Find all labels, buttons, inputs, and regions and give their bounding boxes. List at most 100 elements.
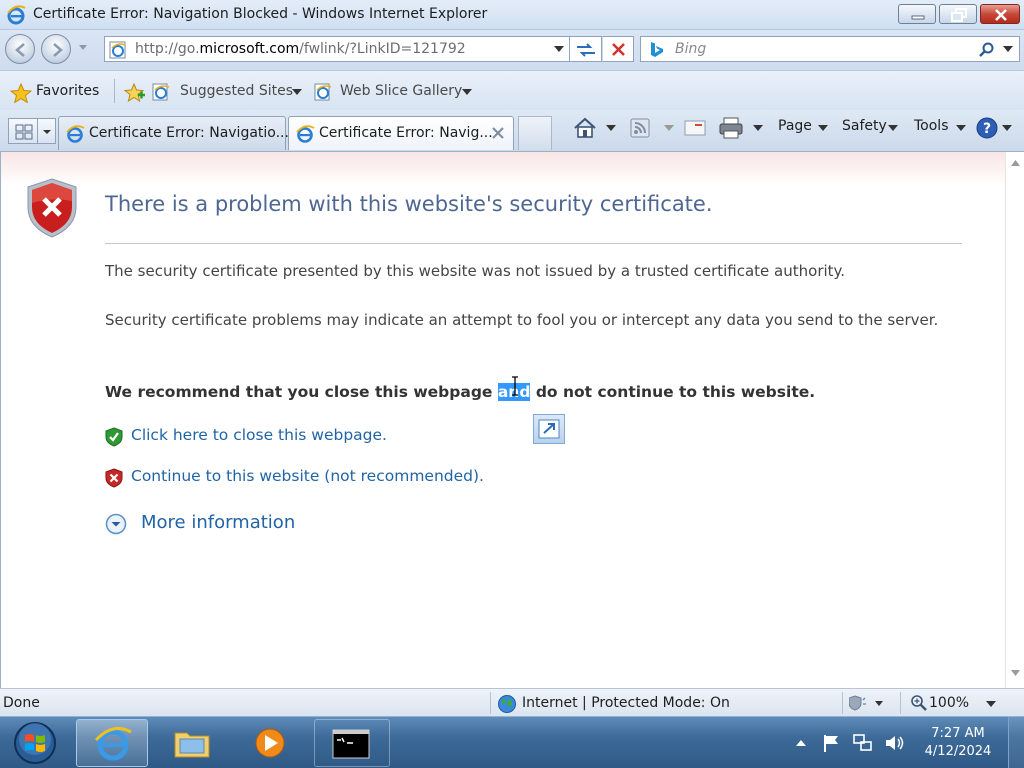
add-to-favorites-bar-icon[interactable] [122,82,146,104]
tab-list-button[interactable] [38,118,56,144]
action-center-flag-icon[interactable] [822,733,842,753]
new-tab-button[interactable] [518,116,552,150]
restore-button[interactable] [939,4,977,24]
stop-x-icon [612,43,625,56]
compatibility-refresh-button[interactable] [570,36,602,62]
command-prompt-icon [332,729,370,759]
quick-tabs-button[interactable] [8,118,38,144]
read-mail-button[interactable] [684,116,710,140]
home-button[interactable] [572,116,624,140]
window-title: Certificate Error: Navigation Blocked - … [33,6,488,22]
refresh-arrows-icon [577,43,595,57]
clock[interactable]: 7:27 AM 4/12/2024 [918,725,998,761]
status-bar: Done Internet | Protected Mode: On 100% [0,688,1024,716]
bing-logo-icon [651,42,663,57]
show-hidden-icons-icon[interactable] [796,739,806,747]
restore-icon [951,8,967,22]
minimize-button[interactable] [898,4,936,24]
accelerator-arrow-icon [538,419,560,439]
tab-label: Certificate Error: Navigatio... [89,125,289,141]
tab-certificate-error-2[interactable]: Certificate Error: Navig... [288,116,514,150]
media-player-icon [255,728,285,758]
expand-chevron-icon [105,513,127,535]
scroll-down-arrow-icon[interactable] [1011,670,1020,676]
mail-icon [684,120,706,136]
close-window-button[interactable] [980,4,1020,24]
favorites-bar: Favorites Suggested Sites Web Slice Gall… [0,70,1024,110]
taskbar-internet-explorer[interactable] [76,719,148,767]
clock-date: 4/12/2024 [924,744,992,759]
status-separator [842,692,843,714]
tools-menu[interactable]: Tools [914,116,968,140]
taskbar: 7:27 AM 4/12/2024 [0,716,1024,768]
suggested-sites-icon [152,83,170,101]
forward-arrow-icon [53,43,63,57]
page-content [0,152,1024,688]
security-warning-message: Security certificate problems may indica… [105,311,939,329]
address-field[interactable]: http://go.microsoft.com/fwlink/?LinkID=1… [104,36,570,62]
page-menu[interactable]: Page [778,116,828,140]
divider [105,243,962,244]
help-button[interactable]: ? [976,116,1016,140]
print-button[interactable] [718,116,766,140]
tab-certificate-error-1[interactable]: Certificate Error: Navigatio... [58,116,289,150]
home-dropdown-icon [606,125,616,131]
more-information-text: More information [141,512,296,533]
suggested-sites-dropdown-icon[interactable] [292,89,302,96]
text-cursor-icon [512,376,518,396]
zoom-dropdown-icon[interactable] [986,701,996,708]
back-button[interactable] [5,34,35,64]
home-icon [574,117,596,138]
tab-list-dropdown-icon [43,130,51,134]
address-dropdown-icon[interactable] [554,46,564,53]
zoom-level[interactable]: 100% [929,695,969,711]
taskbar-windows-explorer[interactable] [156,719,228,767]
show-desktop-button[interactable] [1008,717,1024,768]
search-options-dropdown-icon[interactable] [1003,46,1013,53]
url-text: http://go.microsoft.com/fwlink/?LinkID=1… [135,41,466,57]
page-ie-icon [109,41,126,59]
vertical-scrollbar[interactable] [1005,152,1024,688]
back-arrow-icon [15,43,25,57]
page-dropdown-icon [818,125,828,131]
taskbar-media-player[interactable] [234,719,306,767]
search-placeholder: Bing [675,41,707,57]
page-menu-label: Page [778,118,812,134]
recent-pages-dropdown-icon[interactable] [78,44,88,52]
protected-mode-shield-icon[interactable] [849,694,883,712]
minimize-icon [911,15,925,20]
accelerator-button[interactable] [533,414,565,444]
internet-explorer-icon [7,5,26,25]
security-zone-label[interactable]: Internet | Protected Mode: On [522,695,730,711]
scroll-up-arrow-icon[interactable] [1011,160,1020,166]
close-webpage-link-text: Click here to close this webpage. [131,426,387,444]
forward-button[interactable] [41,34,71,64]
navigation-bar: http://go.microsoft.com/fwlink/?LinkID=1… [0,30,1024,70]
search-field[interactable]: Bing [640,36,1020,62]
folder-icon [174,732,210,758]
stop-button[interactable] [602,36,634,62]
tab-ie-icon [296,125,315,143]
tab-label: Certificate Error: Navig... [319,125,493,141]
page-title: There is a problem with this website's s… [105,192,713,216]
web-slice-gallery-link[interactable]: Web Slice Gallery [340,83,462,99]
green-check-shield-icon [105,427,123,447]
favorites-separator [114,79,115,103]
volume-icon[interactable] [884,733,906,753]
suggested-sites-link[interactable]: Suggested Sites [180,83,293,99]
safety-menu[interactable]: Safety [842,116,900,140]
tools-dropdown-icon [956,125,966,131]
network-icon[interactable] [852,733,874,753]
favorites-button[interactable]: Favorites [36,83,99,99]
feeds-dropdown-icon [664,125,674,131]
zoom-magnifier-icon [911,695,927,711]
taskbar-command-prompt[interactable] [314,719,390,767]
feeds-button[interactable] [630,116,678,140]
start-button[interactable] [10,721,60,765]
search-icon[interactable] [979,42,995,58]
close-tab-icon[interactable] [491,126,505,140]
svg-text:?: ? [983,121,991,137]
help-icon: ? [976,117,998,139]
web-slice-gallery-dropdown-icon[interactable] [462,89,472,96]
content-top-wash [1,152,1006,186]
